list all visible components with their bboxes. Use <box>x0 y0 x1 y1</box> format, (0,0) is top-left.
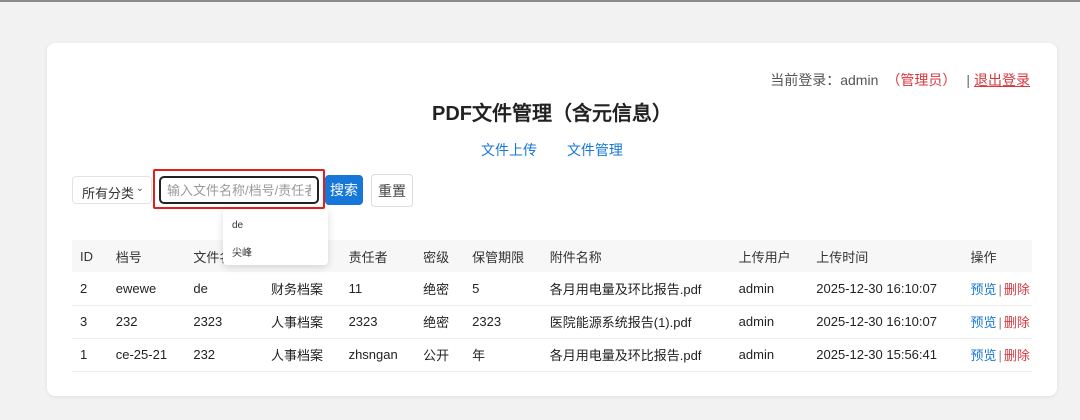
cell-owner: 11 <box>340 272 416 306</box>
cell-attachment: 各月用电量及环比报告.pdf <box>541 338 731 372</box>
chevron-down-icon: ⌄ <box>135 183 144 194</box>
category-select[interactable]: 所有分类 ⌄ <box>72 176 152 204</box>
cell-upload-time: 2025-12-30 16:10:07 <box>808 305 963 339</box>
user-role: （管理员） <box>886 72 957 88</box>
cell-attachment: 医院能源系统报告(1).pdf <box>541 305 731 339</box>
delete-link[interactable]: 删除 <box>1004 348 1030 363</box>
cell-id: 3 <box>72 305 108 339</box>
action-separator: | <box>998 315 1002 330</box>
search-input[interactable] <box>159 176 319 204</box>
preview-link[interactable]: 预览 <box>970 282 996 297</box>
table-row: 2 ewewe de 财务档案 11 绝密 5 各月用电量及环比报告.pdf a… <box>72 272 1032 306</box>
table-header-row: ID 档号 文件名 分类 责任者 密级 保管期限 附件名称 上传用户 上传时间 … <box>72 240 1032 272</box>
cell-upload-time: 2025-12-30 15:56:41 <box>808 338 963 372</box>
cell-uploader: admin <box>730 305 809 339</box>
preview-link[interactable]: 预览 <box>970 348 996 363</box>
cell-category: 人事档案 <box>262 305 341 339</box>
col-header-attachment: 附件名称 <box>541 240 731 272</box>
cell-category: 人事档案 <box>262 338 341 372</box>
user-bar-separator: | <box>966 72 970 88</box>
current-user-label: 当前登录：admin <box>770 72 879 88</box>
cell-upload-time: 2025-12-30 16:10:07 <box>808 272 963 306</box>
col-header-id: ID <box>72 240 108 272</box>
cell-file-name: 232 <box>185 338 263 372</box>
cell-actions: 预览 | 删除 <box>962 338 1032 372</box>
col-header-upload-time: 上传时间 <box>808 240 963 272</box>
window-top-border <box>0 0 1080 2</box>
col-header-actions: 操作 <box>962 240 1032 272</box>
table-row: 1 ce-25-21 232 人事档案 zhsngan 公开 年 各月用电量及环… <box>72 338 1032 372</box>
reset-button[interactable]: 重置 <box>371 174 413 207</box>
cell-retention: 年 <box>464 338 542 372</box>
logout-link[interactable]: 退出登录 <box>974 72 1030 88</box>
cell-retention: 2323 <box>464 305 542 339</box>
cell-owner: zhsngan <box>340 338 416 372</box>
cell-uploader: admin <box>730 338 809 372</box>
nav-manage-link[interactable]: 文件管理 <box>567 142 623 158</box>
cell-secrecy: 公开 <box>415 338 465 372</box>
delete-link[interactable]: 删除 <box>1004 282 1030 297</box>
cell-secrecy: 绝密 <box>415 272 465 306</box>
main-card: 当前登录：admin （管理员） | 退出登录 PDF文件管理（含元信息） 文件上传 … <box>47 43 1057 396</box>
cell-id: 2 <box>72 272 108 306</box>
col-header-owner: 责任者 <box>340 240 416 272</box>
col-header-uploader: 上传用户 <box>730 240 809 272</box>
page-title: PDF文件管理（含元信息） <box>432 103 672 125</box>
user-bar: 当前登录：admin （管理员） | 退出登录 <box>770 70 1030 90</box>
cell-actions: 预览 | 删除 <box>962 272 1032 306</box>
cell-file-name: de <box>185 272 263 306</box>
top-nav: 文件上传 文件管理 <box>47 140 1057 160</box>
cell-uploader: admin <box>730 272 809 306</box>
cell-id: 1 <box>72 338 108 372</box>
delete-link[interactable]: 删除 <box>1004 315 1030 330</box>
cell-secrecy: 绝密 <box>415 305 465 339</box>
col-header-archive-no: 档号 <box>107 240 186 272</box>
cell-actions: 预览 | 删除 <box>962 305 1032 339</box>
cell-archive-no: ewewe <box>107 272 186 306</box>
file-table: ID 档号 文件名 分类 责任者 密级 保管期限 附件名称 上传用户 上传时间 … <box>72 240 1032 372</box>
autocomplete-option[interactable]: de <box>223 214 328 238</box>
action-separator: | <box>998 348 1002 363</box>
cell-file-name: 2323 <box>185 305 263 339</box>
cell-owner: 2323 <box>340 305 416 339</box>
table-row: 3 232 2323 人事档案 2323 绝密 2323 医院能源系统报告(1)… <box>72 305 1032 339</box>
preview-link[interactable]: 预览 <box>970 315 996 330</box>
cell-archive-no: ce-25-21 <box>107 338 186 372</box>
cell-attachment: 各月用电量及环比报告.pdf <box>541 272 731 306</box>
search-button[interactable]: 搜索 <box>325 175 363 205</box>
autocomplete-dropdown: de 尖峰 <box>223 209 328 265</box>
nav-upload-link[interactable]: 文件上传 <box>481 142 537 158</box>
cell-retention: 5 <box>464 272 542 306</box>
autocomplete-option[interactable]: 尖峰 <box>223 238 328 262</box>
col-header-retention: 保管期限 <box>464 240 542 272</box>
col-header-secrecy: 密级 <box>415 240 465 272</box>
cell-category: 财务档案 <box>262 272 341 306</box>
action-separator: | <box>998 281 1002 297</box>
cell-archive-no: 232 <box>107 305 186 339</box>
category-select-value: 所有分类 <box>82 186 135 201</box>
